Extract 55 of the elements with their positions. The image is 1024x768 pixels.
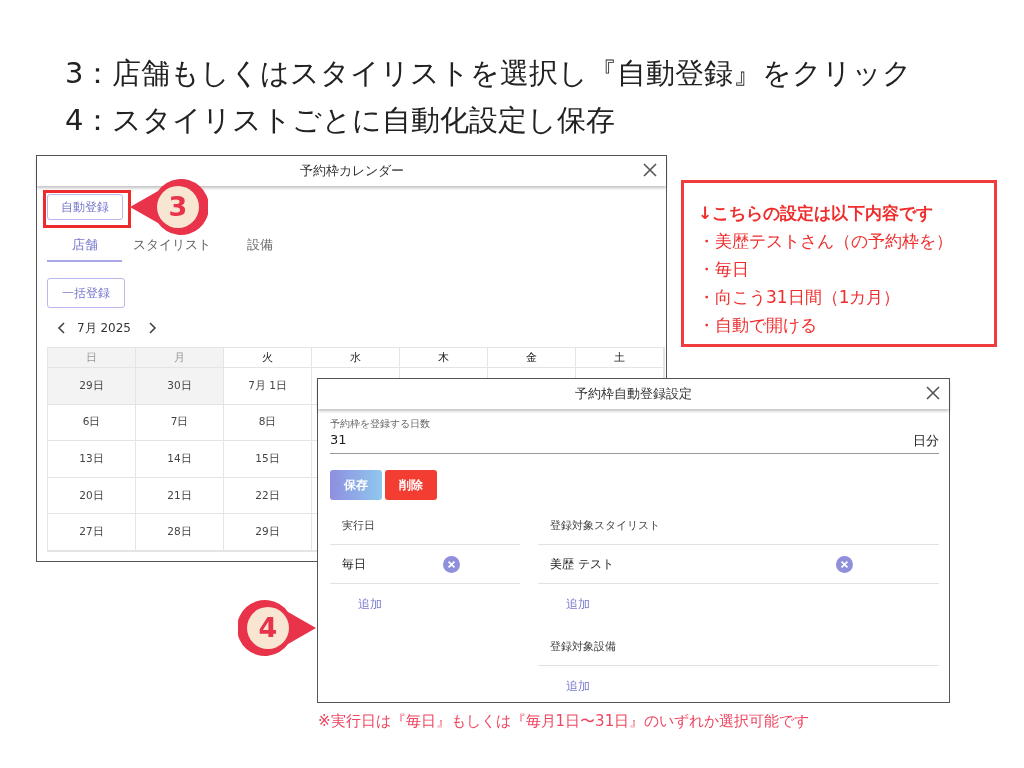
- weekday-header: 木: [400, 348, 488, 368]
- day-cell[interactable]: 8日: [224, 404, 312, 442]
- day-cell[interactable]: 21日: [136, 477, 224, 515]
- info-item: ・美歴テストさん（の予約枠を）: [698, 230, 954, 253]
- day-cell[interactable]: 29日: [224, 514, 312, 551]
- section-header: 登録対象スタイリスト: [538, 506, 939, 545]
- day-cell[interactable]: 29日: [48, 368, 136, 405]
- dialog-title: 予約枠自動登録設定: [575, 385, 692, 403]
- day-cell[interactable]: 7月 1日: [224, 368, 312, 405]
- step-badge: 3: [128, 177, 208, 237]
- info-item: ・向こう31日間（1カ月）: [698, 286, 902, 309]
- weekday-header: 水: [312, 348, 400, 368]
- info-heading: ↓こちらの設定は以下内容です: [698, 202, 935, 225]
- bulk-register-button[interactable]: 一括登録: [47, 278, 125, 308]
- add-link[interactable]: 追加: [358, 596, 382, 613]
- weekday-header: 火: [224, 348, 312, 368]
- tab[interactable]: 設備: [222, 230, 297, 262]
- tab[interactable]: 店舗: [47, 230, 122, 262]
- day-cell[interactable]: 7日: [136, 404, 224, 442]
- chevron-right-icon[interactable]: [147, 322, 157, 334]
- close-button[interactable]: [925, 385, 941, 401]
- weekday-header: 金: [488, 348, 576, 368]
- add-link[interactable]: 追加: [566, 678, 590, 695]
- weekday-header: 月: [136, 348, 224, 368]
- delete-button[interactable]: 削除: [385, 470, 437, 500]
- day-cell[interactable]: 6日: [48, 404, 136, 442]
- day-cell[interactable]: 28日: [136, 514, 224, 551]
- step-badge: 4: [238, 598, 318, 658]
- footnote: ※実行日は『毎日』もしくは『毎月1日〜31日』のいずれか選択可能です: [318, 712, 810, 731]
- day-cell[interactable]: 30日: [136, 368, 224, 405]
- clear-icon[interactable]: [443, 555, 460, 573]
- list-item-text: 毎日: [342, 555, 366, 573]
- day-cell[interactable]: 14日: [136, 441, 224, 478]
- instruction-text: 3：店舗もしくはスタイリストを選択し『自動登録』をクリック: [65, 55, 913, 92]
- close-button[interactable]: [642, 162, 658, 178]
- auto-register-button[interactable]: 自動登録: [47, 194, 123, 220]
- day-cell[interactable]: 15日: [224, 441, 312, 478]
- info-item: ・毎日: [698, 258, 750, 281]
- day-cell[interactable]: 22日: [224, 477, 312, 515]
- list-item-text: 美歴 テスト: [550, 555, 614, 573]
- add-link[interactable]: 追加: [566, 596, 590, 613]
- window-title: 予約枠カレンダー: [299, 162, 404, 180]
- instruction-text: 4：スタイリストごとに自動化設定し保存: [65, 102, 617, 139]
- weekday-header: 土: [576, 348, 664, 368]
- weekday-header: 日: [48, 348, 136, 368]
- chevron-left-icon[interactable]: [57, 322, 67, 334]
- info-item: ・自動で開ける: [698, 314, 818, 337]
- days-input-field[interactable]: 予約枠を登録する日数 31 日分: [330, 417, 939, 454]
- month-label: 7月 2025: [77, 319, 131, 337]
- day-cell[interactable]: 20日: [48, 477, 136, 515]
- clear-icon[interactable]: [836, 555, 853, 573]
- day-cell[interactable]: 13日: [48, 441, 136, 478]
- section-header: 登録対象設備: [538, 627, 939, 666]
- section-header: 実行日: [330, 506, 520, 545]
- day-cell[interactable]: 27日: [48, 514, 136, 551]
